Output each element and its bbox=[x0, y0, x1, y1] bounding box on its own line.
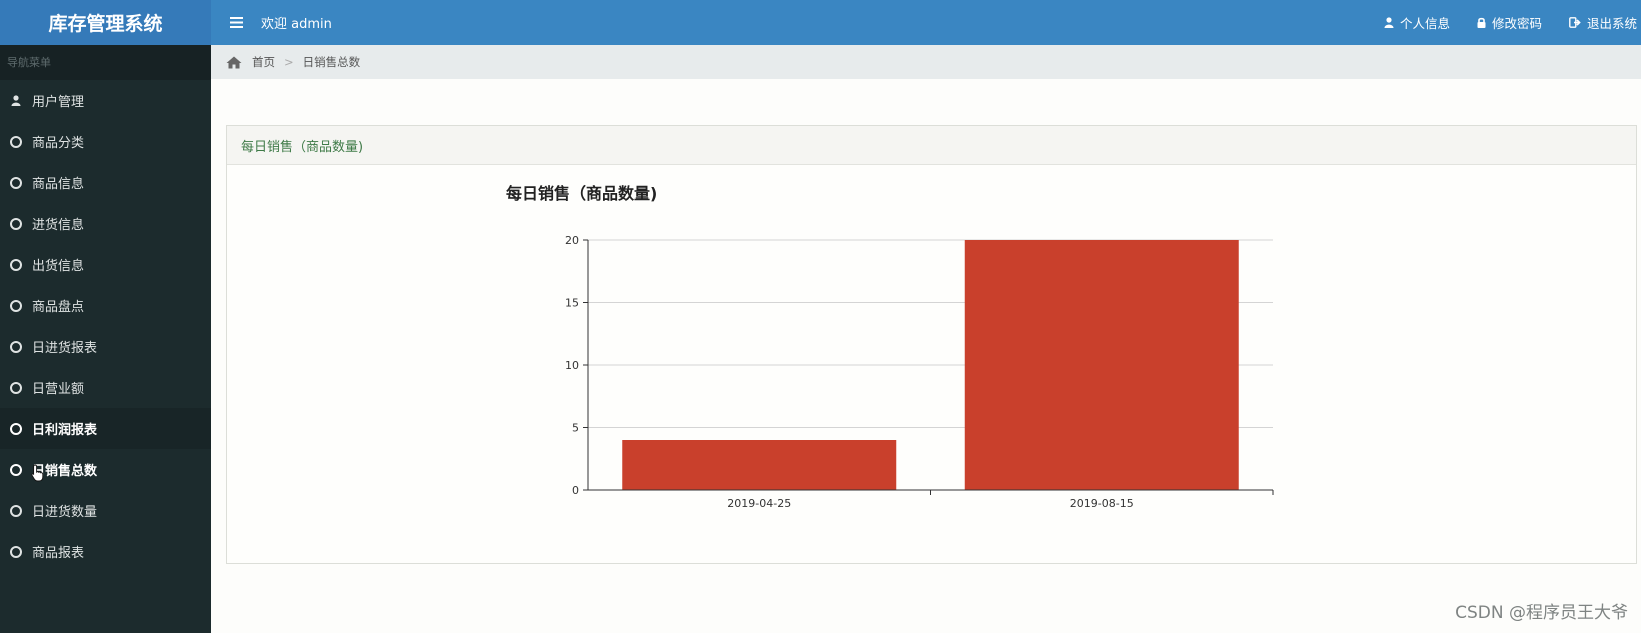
sidebar-item-daily-revenue[interactable]: 日营业额 bbox=[0, 367, 211, 408]
y-tick-label: 10 bbox=[565, 359, 579, 372]
breadcrumb-home[interactable]: 首页 bbox=[252, 54, 275, 70]
app-title: 库存管理系统 bbox=[0, 0, 211, 45]
profile-link[interactable]: 个人信息 bbox=[1384, 13, 1450, 32]
watermark: CSDN @程序员王大爷 bbox=[1455, 603, 1628, 623]
panel-title: 每日销售（商品数量) bbox=[227, 126, 1636, 165]
sidebar-item-label: 商品分类 bbox=[32, 136, 85, 151]
menu-toggle-icon[interactable] bbox=[211, 17, 261, 28]
logout-link[interactable]: 退出系统 bbox=[1569, 13, 1637, 32]
sidebar-item-label: 日利润报表 bbox=[32, 423, 98, 438]
logout-label: 退出系统 bbox=[1586, 16, 1637, 31]
sidebar-item-product-report[interactable]: 商品报表 bbox=[0, 531, 211, 572]
top-bar: 欢迎 admin 个人信息 修改密码 退出系统 bbox=[211, 0, 1641, 45]
circle-icon bbox=[0, 381, 32, 394]
sidebar-item-purchase-info[interactable]: 进货信息 bbox=[0, 203, 211, 244]
x-tick-label: 2019-04-25 bbox=[727, 497, 791, 510]
y-tick-label: 0 bbox=[572, 484, 579, 497]
circle-icon bbox=[0, 176, 32, 189]
user-icon bbox=[0, 95, 32, 106]
circle-icon bbox=[0, 299, 32, 312]
circle-icon bbox=[0, 135, 32, 148]
sales-panel: 每日销售（商品数量) 每日销售（商品数量) 0 5 10 15 20 2019-04-25 2… bbox=[226, 125, 1637, 564]
circle-icon bbox=[0, 258, 32, 271]
sidebar-item-user-management[interactable]: 用户管理 bbox=[0, 80, 211, 121]
breadcrumb: 首页 > 日销售总数 bbox=[211, 45, 1641, 79]
sidebar-item-label: 日进货报表 bbox=[32, 341, 98, 356]
change-password-label: 修改密码 bbox=[1491, 16, 1542, 31]
breadcrumb-current: 日销售总数 bbox=[302, 55, 361, 69]
sidebar-item-label: 进货信息 bbox=[32, 218, 85, 233]
circle-icon bbox=[0, 504, 32, 517]
lock-icon bbox=[1477, 17, 1486, 28]
sidebar-item-label: 商品信息 bbox=[32, 177, 85, 192]
user-icon bbox=[1384, 17, 1394, 28]
profile-label: 个人信息 bbox=[1399, 16, 1450, 31]
circle-icon bbox=[0, 217, 32, 230]
sidebar-item-product-info[interactable]: 商品信息 bbox=[0, 162, 211, 203]
sign-out-icon bbox=[1569, 17, 1581, 28]
sidebar-item-daily-purchase-quantity[interactable]: 日进货数量 bbox=[0, 490, 211, 531]
y-tick-label: 5 bbox=[572, 422, 579, 435]
x-tick-label: 2019-08-15 bbox=[1070, 497, 1134, 510]
sidebar-item-label: 日营业额 bbox=[32, 382, 85, 397]
sidebar-item-product-category[interactable]: 商品分类 bbox=[0, 121, 211, 162]
bar bbox=[622, 440, 897, 490]
sidebar-item-label: 出货信息 bbox=[32, 259, 85, 274]
daily-sales-chart: 每日销售（商品数量) 0 5 10 15 20 2019-04-25 2019-08-15 bbox=[506, 184, 1274, 510]
circle-icon bbox=[0, 545, 32, 558]
sidebar-item-daily-profit-report[interactable]: 日利润报表 bbox=[0, 408, 211, 449]
top-links: 个人信息 修改密码 退出系统 bbox=[1357, 13, 1641, 32]
sidebar-item-shipment-info[interactable]: 出货信息 bbox=[0, 244, 211, 285]
y-tick-label: 20 bbox=[565, 234, 579, 247]
sidebar-item-label: 商品报表 bbox=[32, 546, 85, 561]
mouse-pointer-icon bbox=[31, 464, 44, 482]
home-icon[interactable] bbox=[226, 56, 242, 69]
welcome-text: 欢迎 admin bbox=[261, 17, 332, 32]
bar bbox=[964, 240, 1239, 490]
sidebar-item-daily-purchase-report[interactable]: 日进货报表 bbox=[0, 326, 211, 367]
sidebar-item-label: 日进货数量 bbox=[32, 505, 98, 520]
circle-icon bbox=[0, 463, 32, 476]
sidebar-item-inventory-check[interactable]: 商品盘点 bbox=[0, 285, 211, 326]
circle-icon bbox=[0, 422, 32, 435]
sidebar: 库存管理系统 导航菜单 用户管理 商品分类 商品信息 进货信息 出货信息 商品盘… bbox=[0, 0, 211, 633]
breadcrumb-separator: > bbox=[284, 55, 294, 69]
nav-menu-header: 导航菜单 bbox=[0, 45, 211, 80]
chart-title: 每日销售（商品数量) bbox=[506, 184, 657, 203]
change-password-link[interactable]: 修改密码 bbox=[1477, 13, 1542, 32]
y-tick-label: 15 bbox=[565, 297, 579, 310]
sidebar-item-label: 商品盘点 bbox=[32, 300, 85, 315]
circle-icon bbox=[0, 340, 32, 353]
sidebar-item-label: 用户管理 bbox=[32, 95, 85, 110]
